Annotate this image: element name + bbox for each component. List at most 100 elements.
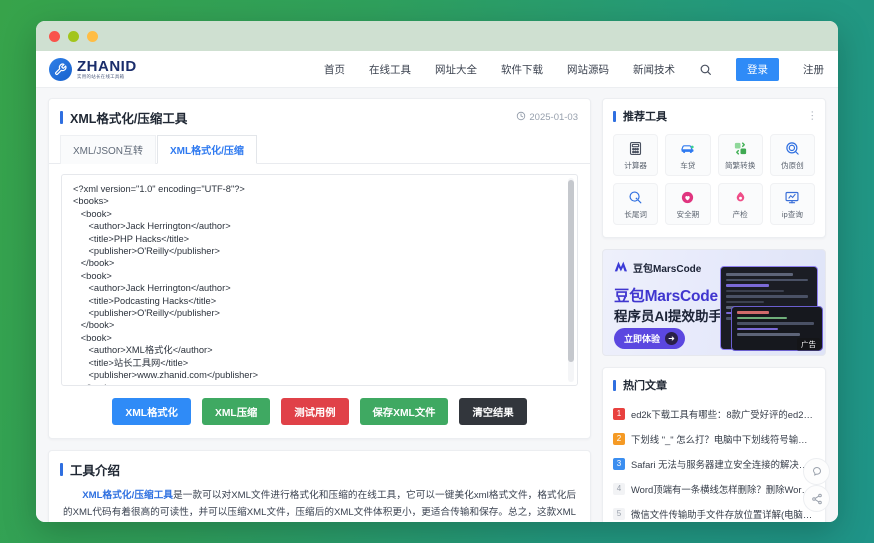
list-item[interactable]: 2 下划线 "_" 怎么打？电脑中下划线符号输入方法... [613,426,815,451]
accent-bar [60,463,63,476]
rank-badge: 5 [613,507,625,520]
save-xml-file-button[interactable]: 保存XML文件 [359,398,449,425]
list-item[interactable]: 1 ed2k下载工具有哪些：8款广受好评的ed2k下载... [613,401,815,426]
tab-xml-json-convert[interactable]: XML/JSON互转 [60,135,157,164]
site-logo[interactable]: ZHANID 实用的站长在线工具箱 [49,57,137,81]
rank-badge: 4 [613,482,625,495]
compress-xml-button[interactable]: XML压缩 [201,398,271,425]
search-icon[interactable] [699,63,712,76]
window-close-button[interactable] [49,30,60,42]
hot-articles-list: 1 ed2k下载工具有哪些：8款广受好评的ed2k下载... 2 下划线 "_"… [603,399,825,522]
tool-label: 计算器 [624,160,648,170]
main-column: XML格式化/压缩工具 2025-01-03 XML/JSON互转 XML格式化… [48,98,591,522]
calculator-icon [628,140,643,157]
tool-chinese-convert[interactable]: 简繁转换 [717,134,763,176]
baby-icon [733,189,748,206]
window-minimize-button[interactable] [68,30,79,42]
editor-scrollbar-thumb[interactable] [568,180,574,362]
ad-cta-label: 立即体验 [624,334,661,344]
logo-tagline: 实用的站长在线工具箱 [77,74,125,80]
magnifier-doc-icon [785,140,800,157]
tool-intro-card: 工具介绍 XML格式化/压缩工具是一款可以对XML文件进行格式化和压缩的在线工具… [48,450,591,522]
ad-brand-text: 豆包MarsCode [633,264,702,275]
rank-badge: 2 [613,432,625,445]
recommended-tools-card: 推荐工具 ⋯ 计算器 车贷 简繁转换 伪原创 长尾词 安全期 产检 ip查询 [602,98,826,238]
page-viewport: ZHANID 实用的站长在线工具箱 首页 在线工具 网址大全 软件下载 网站源码… [36,51,838,522]
rank-badge: 1 [613,407,625,420]
calendar-heart-icon [680,189,695,206]
ad-brand: 豆包MarsCode [614,260,701,275]
tool-label: 伪原创 [780,160,804,170]
tab-xml-format-compress[interactable]: XML格式化/压缩 [157,135,257,164]
article-title[interactable]: 微信文件传输助手文件存放位置详解(电脑+手机) [631,507,815,521]
xml-editor-content[interactable]: <?xml version="1.0" encoding="UTF-8"?> <… [62,175,577,385]
clock-icon [516,111,526,124]
article-title[interactable]: ed2k下载工具有哪些：8款广受好评的ed2k下载... [631,407,815,421]
register-button[interactable]: 注册 [803,62,824,77]
arrow-right-icon: ➜ [665,332,679,345]
site-header: ZHANID 实用的站长在线工具箱 首页 在线工具 网址大全 软件下载 网站源码… [36,51,838,88]
tool-label: 简繁转换 [724,160,756,170]
list-item[interactable]: 4 Word顶端有一条横线怎样删除？删除Word顶部横... [613,476,815,501]
ad-headline: 豆包MarsCode [614,288,718,305]
tool-label: 产检 [732,209,748,219]
accent-bar [60,111,63,124]
rank-badge: 3 [613,457,625,470]
nav-item-site-directory[interactable]: 网址大全 [435,62,477,77]
convert-icon [732,140,749,157]
recommended-tools-title: 推荐工具 [623,111,667,123]
tool-intro-title: 工具介绍 [70,464,121,478]
window-maximize-button[interactable] [87,30,98,42]
nav-item-source-code[interactable]: 网站源码 [567,62,609,77]
format-xml-button[interactable]: XML格式化 [112,398,191,425]
accent-bar [613,379,616,391]
more-vertical-icon[interactable]: ⋯ [806,110,818,121]
tool-prenatal-check[interactable]: 产检 [717,183,763,225]
wrench-icon [49,57,72,81]
tool-calculator[interactable]: 计算器 [613,134,659,176]
article-title[interactable]: Word顶端有一条横线怎样删除？删除Word顶部横... [631,482,815,496]
nav-item-news-tech[interactable]: 新闻技术 [633,62,675,77]
page-title: XML格式化/压缩工具 [70,112,188,126]
tool-label: 车贷 [680,160,696,170]
article-title[interactable]: 下划线 "_" 怎么打？电脑中下划线符号输入方法... [631,432,815,446]
share-icon[interactable] [803,485,830,512]
tool-label: 长尾词 [624,209,648,219]
tool-action-buttons: XML格式化 XML压缩 测试用例 保存XML文件 清空结果 [49,386,590,438]
tool-label: 安全期 [676,209,700,219]
hot-articles-title: 热门文章 [623,380,667,392]
hot-articles-card: 热门文章 1 ed2k下载工具有哪些：8款广受好评的ed2k下载... 2 下划… [602,367,826,522]
nav-item-software-download[interactable]: 软件下载 [501,62,543,77]
xml-editor[interactable]: <?xml version="1.0" encoding="UTF-8"?> <… [61,174,578,386]
nav-item-home[interactable]: 首页 [324,62,345,77]
publish-date-text: 2025-01-03 [529,112,578,123]
tool-label: ip查询 [781,209,803,219]
car-icon [679,140,696,157]
browser-window: ZHANID 实用的站长在线工具箱 首页 在线工具 网址大全 软件下载 网站源码… [36,21,838,522]
feedback-icon[interactable] [803,458,830,485]
publish-date: 2025-01-03 [516,111,578,124]
test-sample-button[interactable]: 测试用例 [281,398,349,425]
marscode-logo-icon [614,261,629,275]
list-item[interactable]: 5 微信文件传输助手文件存放位置详解(电脑+手机) [613,501,815,522]
nav-item-online-tools[interactable]: 在线工具 [369,62,411,77]
tool-safe-period[interactable]: 安全期 [665,183,711,225]
login-button[interactable]: 登录 [736,57,779,81]
tool-intro-header: 工具介绍 [49,451,590,485]
tool-intro-paragraph: XML格式化/压缩工具是一款可以对XML文件进行格式化和压缩的在线工具，它可以一… [49,485,590,522]
list-item[interactable]: 3 Safari 无法与服务器建立安全连接的解决方法 [613,451,815,476]
advertisement-banner[interactable]: 豆包MarsCode 豆包MarsCode 程序员AI提效助手 立即体验 ➜ 广… [602,249,826,356]
accent-bar [613,110,616,122]
page-body: XML格式化/压缩工具 2025-01-03 XML/JSON互转 XML格式化… [36,88,838,522]
article-title[interactable]: Safari 无法与服务器建立安全连接的解决方法 [631,457,815,471]
clear-result-button[interactable]: 清空结果 [459,398,527,425]
tool-intro-lead: XML格式化/压缩工具 [82,490,174,501]
search-keyword-icon [628,189,643,206]
ad-cta-button[interactable]: 立即体验 ➜ [614,328,686,349]
tool-long-tail-keyword[interactable]: 长尾词 [613,183,659,225]
sidebar: 推荐工具 ⋯ 计算器 车贷 简繁转换 伪原创 长尾词 安全期 产检 ip查询 豆… [602,98,826,522]
tool-car-loan[interactable]: 车贷 [665,134,711,176]
tool-ip-lookup[interactable]: ip查询 [769,183,815,225]
tool-card: XML格式化/压缩工具 2025-01-03 XML/JSON互转 XML格式化… [48,98,591,439]
tool-pseudo-original[interactable]: 伪原创 [769,134,815,176]
